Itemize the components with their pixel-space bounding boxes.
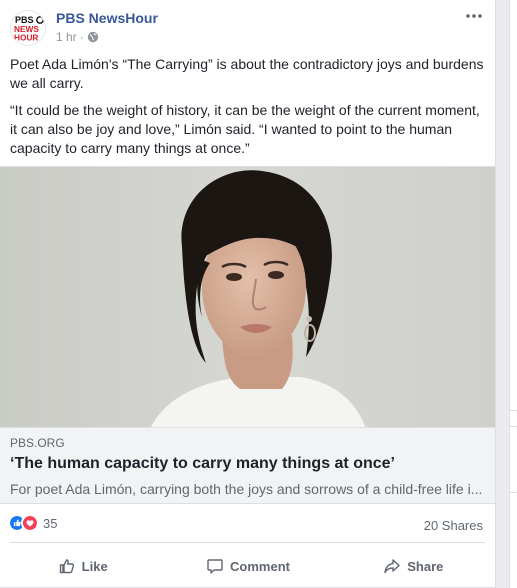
link-preview[interactable]: PBS.ORG ‘The human capacity to carry man… — [0, 428, 495, 504]
post-header: PBS NEWS HOUR PBS NewsHour 1 hr · — [10, 8, 487, 48]
post-card: PBS NEWS HOUR PBS NewsHour 1 hr · Poet A… — [0, 0, 496, 588]
rail-divider — [510, 426, 517, 427]
globe-icon[interactable] — [87, 31, 99, 43]
page-name[interactable]: PBS NewsHour — [56, 10, 158, 26]
like-label: Like — [81, 558, 108, 574]
link-image[interactable] — [0, 166, 495, 428]
post-stats: 35 20 Shares — [8, 512, 483, 536]
rail-divider — [510, 410, 517, 411]
reaction-count: 35 — [43, 515, 58, 531]
post-paragraph: “It could be the weight of history, it c… — [10, 102, 480, 156]
more-options-icon[interactable] — [463, 8, 485, 26]
like-button[interactable]: Like — [0, 548, 165, 584]
share-count[interactable]: 20 Shares — [424, 518, 483, 533]
post-actions: Like Comment Share — [0, 548, 495, 584]
post-paragraph: Poet Ada Limón's “The Carrying” is about… — [10, 56, 484, 91]
share-arrow-icon — [384, 559, 400, 574]
thumbs-up-icon — [59, 559, 74, 574]
comment-label: Comment — [230, 558, 290, 574]
link-description: For poet Ada Limón, carrying both the jo… — [10, 481, 483, 497]
share-button[interactable]: Share — [331, 548, 495, 584]
reactions-summary[interactable]: 35 — [8, 514, 57, 532]
page-avatar[interactable]: PBS NEWS HOUR — [10, 10, 46, 46]
post-meta: 1 hr · — [56, 30, 99, 44]
link-domain: PBS.ORG — [10, 436, 65, 450]
meta-separator: · — [79, 30, 84, 44]
svg-text:HOUR: HOUR — [14, 33, 38, 43]
love-reaction-icon — [21, 514, 39, 532]
post-time[interactable]: 1 hr — [56, 30, 77, 44]
pbs-newshour-logo: PBS NEWS HOUR — [14, 15, 44, 43]
comment-icon — [207, 559, 223, 574]
post-text: Poet Ada Limón's “The Carrying” is about… — [10, 55, 488, 166]
right-column-edge — [509, 0, 517, 588]
portrait-photo — [0, 167, 495, 427]
share-label: Share — [407, 558, 444, 574]
actions-divider — [10, 542, 485, 543]
rail-divider — [510, 492, 517, 493]
link-title[interactable]: ‘The human capacity to carry many things… — [10, 455, 395, 473]
comment-button[interactable]: Comment — [165, 548, 330, 584]
